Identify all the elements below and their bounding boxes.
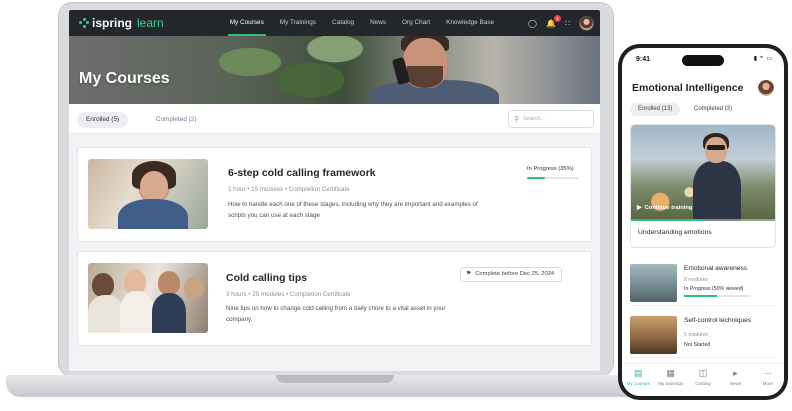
nav-my-courses[interactable]: My Courses xyxy=(222,10,272,36)
tab-enrolled[interactable]: Enrolled (5) xyxy=(77,112,129,128)
tab-completed[interactable]: Completed (2) xyxy=(147,112,206,128)
megaphone-icon: ▸ xyxy=(733,368,738,378)
course-tabs-bar: Enrolled (5) Completed (2) ⚲ xyxy=(69,104,600,134)
course-meta: 3 hours • 25 modules • Completion Certif… xyxy=(226,291,351,298)
phone-status-icons: ▮ ≈ ▭ xyxy=(754,55,772,62)
ispring-learn-logo[interactable]: ispring learn xyxy=(79,16,164,30)
deadline-text: Complete before Dec 25, 2024 xyxy=(475,271,555,277)
apps-grid-icon[interactable]: ∷ xyxy=(565,19,570,28)
phone-course-title: Self-control techniques xyxy=(684,317,752,324)
nav-catalog[interactable]: Catalog xyxy=(324,10,362,36)
page-title: My Courses xyxy=(79,70,170,87)
phone-page-title: Emotional Intelligence xyxy=(632,82,744,94)
user-avatar[interactable] xyxy=(579,15,594,31)
phone-clock: 9:41 xyxy=(636,56,651,63)
nav-links: My Courses My Trainings Catalog News Org… xyxy=(222,10,502,36)
top-navigation-bar: ispring learn My Courses My Trainings Cat… xyxy=(69,10,600,36)
flag-icon: ⚑ xyxy=(466,271,472,277)
battery-icon: ▭ xyxy=(766,56,772,62)
phone-bottom-nav: ▤ My courses ▦ My trainings ◫ Catalog ▸ … xyxy=(622,363,784,396)
phone-nav-my-courses[interactable]: ▤ My courses xyxy=(622,364,654,396)
marketing-composite: ispring learn My Courses My Trainings Cat… xyxy=(0,0,792,411)
deadline-badge: ⚑ Complete before Dec 25, 2024 xyxy=(460,267,563,282)
course-image-water xyxy=(630,264,677,302)
notification-badge: 4 xyxy=(553,14,561,22)
search-field[interactable]: ⚲ xyxy=(508,110,594,128)
phone-screen: 9:41 ▮ ≈ ▭ Emotional Intelligence Enroll… xyxy=(622,48,784,396)
laptop-notch xyxy=(276,375,394,383)
featured-course-card[interactable]: ▶ Continue training Understanding emotio… xyxy=(630,124,776,248)
course-card[interactable]: 6-step cold calling framework 1 hour • 1… xyxy=(77,147,592,242)
nav-my-trainings[interactable]: My Trainings xyxy=(272,10,324,36)
phone-course-status: Not Started xyxy=(684,342,711,348)
phone-tab-enrolled[interactable]: Enrolled (13) xyxy=(630,103,681,116)
phone-course-modules: 8 modules xyxy=(684,277,708,283)
phone-frame: 9:41 ▮ ≈ ▭ Emotional Intelligence Enroll… xyxy=(618,44,788,400)
course-image-sunset xyxy=(630,316,677,354)
phone-nav-my-trainings[interactable]: ▦ My trainings xyxy=(654,364,686,396)
book-icon: ▤ xyxy=(633,368,643,378)
nav-utility-icons: ◯ 🔔 4 ∷ xyxy=(528,10,594,36)
library-icon: ◫ xyxy=(698,368,708,378)
phone-course-modules: 5 modules xyxy=(684,332,708,338)
phone-nav-more[interactable]: ⋯ More xyxy=(752,364,784,396)
phone-course-status: In Progress (50% viewed) xyxy=(684,286,744,292)
calendar-icon: ▦ xyxy=(666,368,675,378)
continue-training-button[interactable]: ▶ Continue training xyxy=(637,205,692,211)
featured-course-image: ▶ Continue training xyxy=(631,125,775,221)
play-icon: ▶ xyxy=(637,205,642,211)
phone-course-progress xyxy=(684,295,750,297)
hero-foliage-image xyxy=(199,36,369,104)
hero-photo-man-on-phone xyxy=(369,36,499,104)
course-progress-fill xyxy=(527,177,546,179)
phone-tab-completed[interactable]: Completed (3) xyxy=(686,103,740,116)
nav-news[interactable]: News xyxy=(362,10,394,36)
course-thumbnail-woman-headset xyxy=(88,159,208,229)
course-card[interactable]: Cold calling tips 3 hours • 25 modules •… xyxy=(77,251,592,346)
featured-progress-bar xyxy=(631,219,775,221)
logo-accent-text: learn xyxy=(137,16,164,30)
course-thumbnail-team-meeting xyxy=(88,263,208,333)
phone-course-title: Emotional awareness xyxy=(684,265,748,272)
course-progress-bar xyxy=(527,177,579,179)
logo-mark-icon xyxy=(79,18,89,28)
course-meta: 1 hour • 15 modules • Completion Certifi… xyxy=(228,186,350,193)
course-title[interactable]: Cold calling tips xyxy=(226,272,307,284)
phone-course-item[interactable]: Self-control techniques 5 modules Not St… xyxy=(630,312,776,358)
search-icon: ⚲ xyxy=(514,116,520,123)
laptop-screen: ispring learn My Courses My Trainings Cat… xyxy=(69,10,600,371)
course-status: In Progress (35%) xyxy=(527,166,574,172)
phone-nav-news[interactable]: ▸ News xyxy=(719,364,751,396)
phone-course-item[interactable]: Emotional awareness 8 modules In Progres… xyxy=(630,260,776,306)
chat-icon[interactable]: ◯ xyxy=(528,19,537,28)
course-description: Nine tips on how to change cold calling … xyxy=(226,305,446,323)
course-description: How to handle each one of these stages, … xyxy=(228,201,478,219)
phone-dynamic-island xyxy=(682,55,724,66)
wifi-icon: ≈ xyxy=(760,55,764,61)
nav-org-chart[interactable]: Org Chart xyxy=(394,10,438,36)
phone-nav-catalog[interactable]: ◫ Catalog xyxy=(687,364,719,396)
more-icon: ⋯ xyxy=(763,368,773,378)
logo-text: ispring xyxy=(92,16,133,30)
nav-knowledge-base[interactable]: Knowledge Base xyxy=(438,10,502,36)
bell-icon[interactable]: 🔔 4 xyxy=(546,14,561,28)
signal-icon: ▮ xyxy=(753,56,758,62)
course-title[interactable]: 6-step cold calling framework xyxy=(228,167,376,179)
hero-banner: My Courses xyxy=(69,36,600,104)
search-input[interactable] xyxy=(523,116,584,122)
phone-user-avatar[interactable] xyxy=(758,80,774,96)
featured-course-title: Understanding emotions xyxy=(638,229,712,236)
